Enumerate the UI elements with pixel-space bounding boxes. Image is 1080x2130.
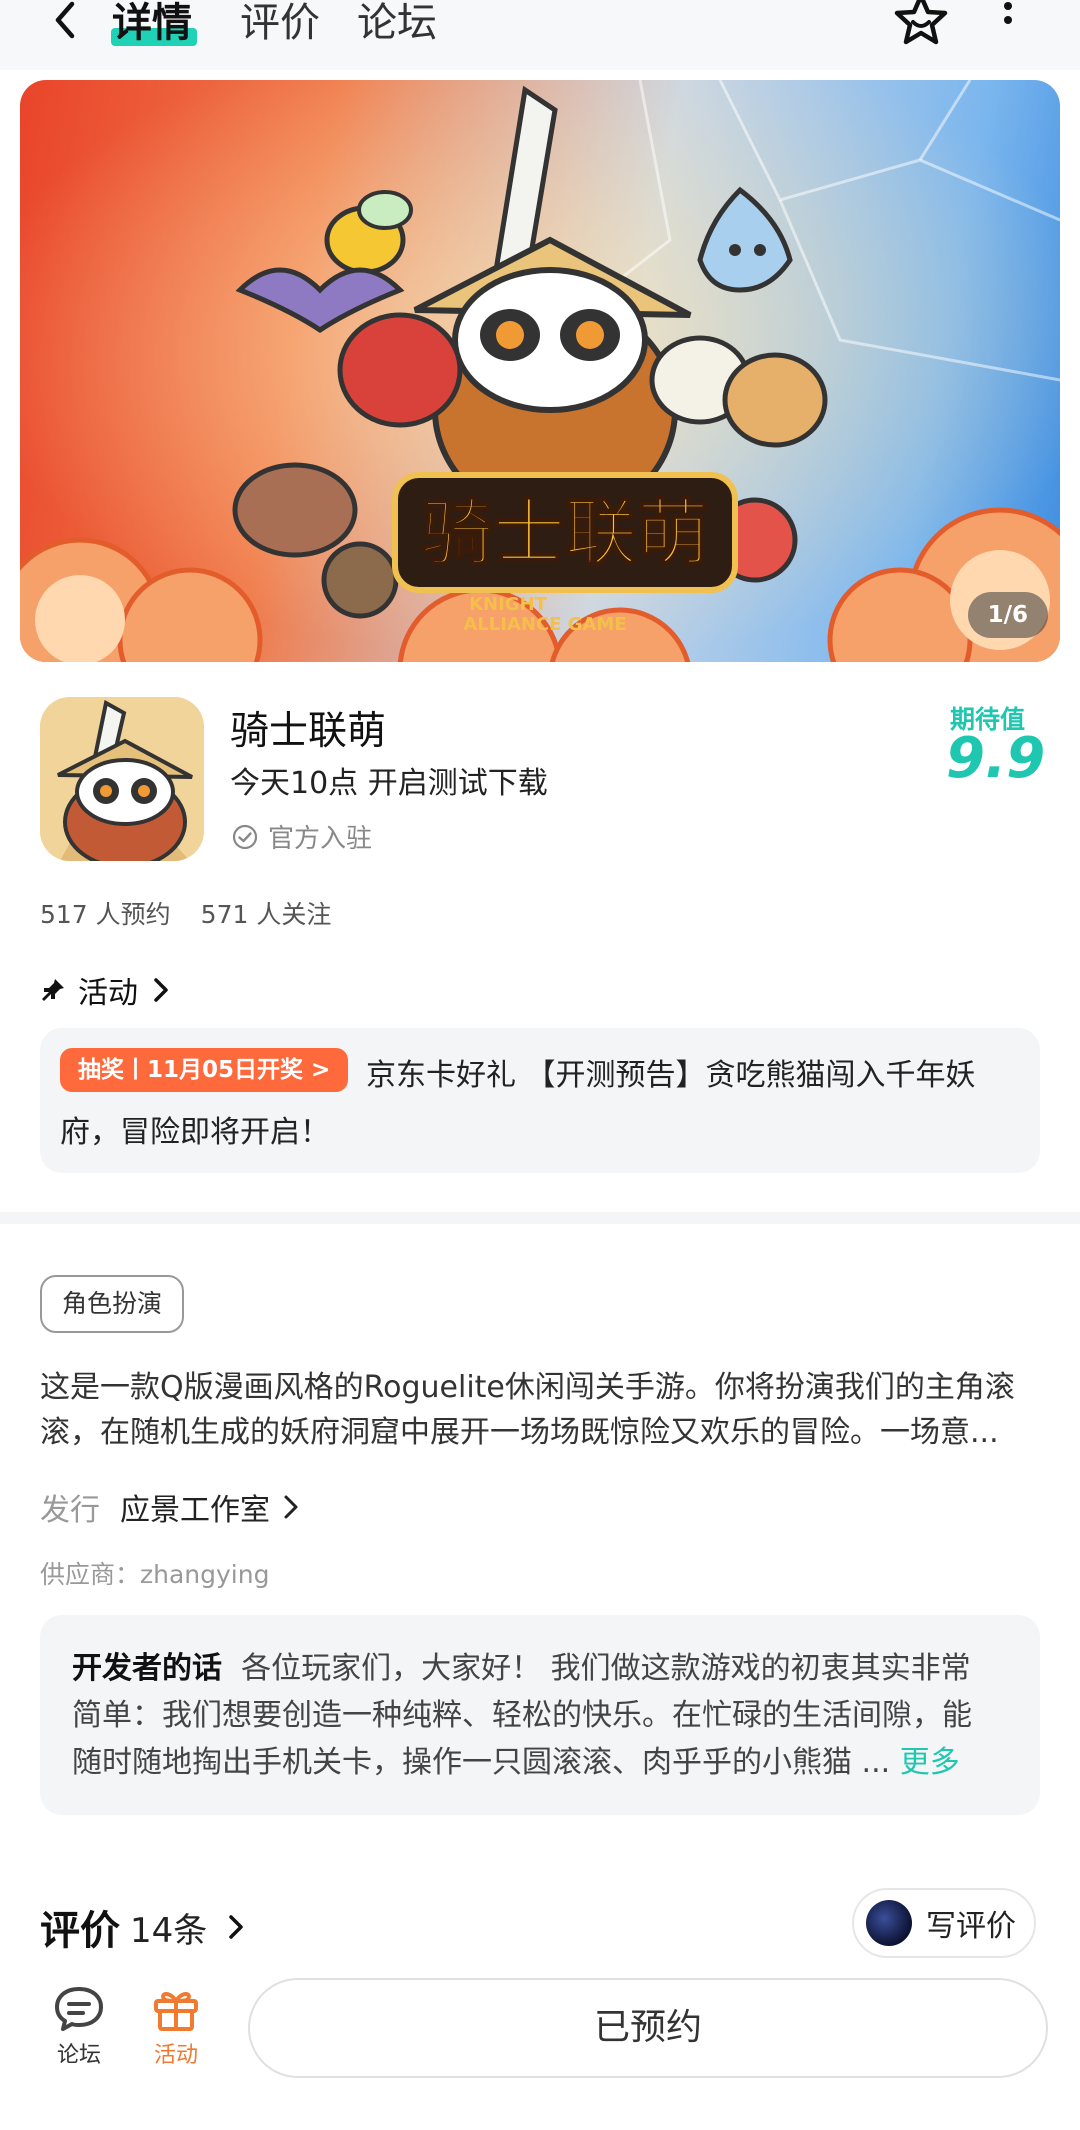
chevron-right-icon <box>284 1495 298 1519</box>
genre-tag[interactable]: 角色扮演 <box>40 1275 185 1333</box>
follower-count: 571 人关注 <box>200 900 332 929</box>
nav-activity[interactable]: 活动 <box>146 1985 206 2069</box>
expectation-value: 9.9 <box>946 726 1046 791</box>
nav-forum[interactable]: 论坛 <box>50 1985 108 2069</box>
chevron-right-icon <box>229 1915 244 1939</box>
publisher-row[interactable]: 发行 应景工作室 <box>40 1485 302 1529</box>
app-name: 骑士联萌 <box>230 709 387 754</box>
publisher-name: 应景工作室 <box>120 1493 270 1528</box>
description-line2: 滚，在随机生成的妖府洞窟中展开一场场既惊险又欢乐的冒险。一场意... <box>40 1415 999 1450</box>
tab-details[interactable]: 详情 <box>112 0 192 48</box>
banner-image[interactable]: 骑士联萌 KNIGHT ALLIANCE GAME 1/6 <box>20 80 1060 662</box>
banner-page-counter: 1/6 <box>967 592 1048 638</box>
activity-text-line2: 府，冒险即将开启！ <box>60 1115 330 1150</box>
activity-text-line1: 京东卡好礼 【开测预告】贪吃熊猫闯入千年妖 <box>366 1058 976 1093</box>
check-circle-icon <box>232 824 258 849</box>
write-review-button[interactable]: 写评价 <box>852 1888 1036 1958</box>
star-icon[interactable] <box>892 0 950 48</box>
banner-logo-cn: 骑士联萌 <box>421 491 709 575</box>
lottery-badge[interactable]: 抽奖丨11月05日开奖 > <box>60 1048 349 1092</box>
reservation-count: 517 人预约 <box>40 900 171 929</box>
reviews-header[interactable]: 评价 14条 <box>40 1898 247 1956</box>
more-link[interactable]: 更多 <box>900 1745 960 1780</box>
app-stats: 517 人预约 571 人关注 <box>40 895 331 931</box>
supplier-info: 供应商：zhangying <box>40 1560 270 1589</box>
activity-section-header[interactable]: 活动 <box>40 968 172 1012</box>
app-subtitle: 今天10点 开启测试下载 <box>230 766 548 801</box>
reviews-count: 14条 <box>130 1910 208 1951</box>
write-review-label: 写评价 <box>926 1909 1016 1944</box>
pin-icon <box>42 979 64 1001</box>
developer-note-line1: 各位玩家们，大家好！ 我们做这款游戏的初衷其实非常 <box>241 1651 971 1686</box>
back-icon[interactable] <box>48 0 88 40</box>
section-divider <box>0 1212 1080 1224</box>
nav-forum-label: 论坛 <box>56 2043 101 2068</box>
tab-forum[interactable]: 论坛 <box>357 0 437 48</box>
activity-heading: 活动 <box>78 976 138 1011</box>
developer-note-title: 开发者的话 <box>72 1651 222 1686</box>
banner-logo-en-2: ALLIANCE GAME <box>463 614 626 635</box>
nav-activity-label: 活动 <box>153 2043 198 2068</box>
description-line1: 这是一款Q版漫画风格的Roguelite休闲闯关手游。你将扮演我们的主角滚 <box>40 1370 1015 1405</box>
banner-logo-en-1: KNIGHT <box>469 594 548 615</box>
reviews-title: 评价 <box>40 1908 120 1954</box>
developer-note-text: 开发者的话 各位玩家们，大家好！ 我们做这款游戏的初衷其实非常 简单：我们想要创… <box>72 1645 1012 1786</box>
app-icon <box>40 697 204 861</box>
forum-icon <box>55 1987 103 2031</box>
publisher-label: 发行 <box>40 1493 100 1528</box>
developer-note-line2: 简单：我们想要创造一种纯粹、轻松的快乐。在忙碌的生活间隙，能 <box>72 1698 972 1733</box>
tab-ratings[interactable]: 评价 <box>240 0 320 48</box>
banner-artwork: 骑士联萌 KNIGHT ALLIANCE GAME <box>20 80 1060 662</box>
more-icon[interactable] <box>998 0 1018 40</box>
developer-note-line3: 随时随地掏出手机关卡，操作一只圆滚滚、肉乎乎的小熊猫 ... <box>72 1745 891 1780</box>
official-verified: 官方入驻 <box>232 818 372 855</box>
reserved-button[interactable]: 已预约 <box>248 1978 1048 2078</box>
chevron-right-icon <box>154 978 168 1002</box>
official-label: 官方入驻 <box>268 824 373 854</box>
avatar <box>866 1900 912 1946</box>
game-description[interactable]: 这是一款Q版漫画风格的Roguelite休闲闯关手游。你将扮演我们的主角滚 滚，… <box>40 1365 1040 1455</box>
gift-icon <box>154 1992 198 2031</box>
